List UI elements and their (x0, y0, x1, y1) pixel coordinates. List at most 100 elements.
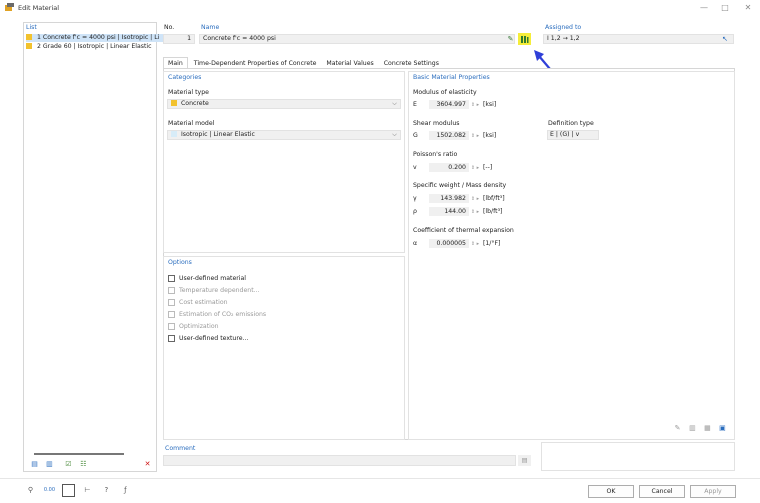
v-input[interactable]: 0.200 (428, 163, 469, 172)
minimize-button[interactable]: — (693, 1, 715, 15)
alpha-unit: [1/°F] (482, 240, 501, 247)
number-value: 1 (187, 35, 191, 42)
ok-button[interactable]: OK (588, 485, 634, 498)
categories-title: Categories (168, 74, 202, 81)
list-item-label: 2 Grade 60 | Isotropic | Linear Elastic (36, 43, 152, 50)
comment-input[interactable] (163, 455, 516, 466)
app-icon (5, 3, 14, 12)
units-icon[interactable]: 0.00 (43, 484, 56, 497)
checkbox-box (168, 286, 175, 294)
option-label: User-defined texture... (179, 335, 249, 342)
e-unit: [ksi] (482, 101, 497, 108)
shear-label: Shear modulus (413, 120, 460, 127)
model-swatch (171, 131, 177, 137)
assigned-value: I 1,2 → 1,2 (547, 35, 580, 42)
apply-button[interactable]: Apply (690, 485, 736, 498)
copy-material-icon[interactable]: ▥ (43, 458, 56, 471)
comment-options-icon[interactable]: ▤ (518, 455, 531, 466)
options-panel: Options User-defined material Temperatur… (163, 256, 405, 440)
spinner-icon[interactable]: ⇕ ▸ (469, 209, 481, 215)
color-settings-icon[interactable]: ▣ (716, 422, 729, 435)
alpha-row: α 0.000005 ⇕ ▸ [1/°F] (413, 239, 500, 248)
number-field[interactable]: 1 (163, 34, 195, 44)
option-label: Temperature dependent... (179, 287, 260, 294)
basic-properties-panel: Basic Material Properties Modulus of ela… (408, 71, 735, 440)
option-label: Estimation of CO₂ emissions (179, 311, 267, 318)
list-toolbar: ▤ ▥ ☑ ☷ ✕ (28, 458, 158, 472)
select-objects-icon[interactable]: ↖ (722, 35, 731, 44)
tab-main[interactable]: Main (163, 57, 188, 68)
edit-name-icon[interactable]: ✎ (505, 34, 516, 44)
list-header: List (26, 24, 37, 31)
table-icon[interactable]: ▦ (701, 422, 714, 435)
temperature-dependent-checkbox: Temperature dependent... (168, 285, 266, 297)
tree-icon[interactable]: ⊢ (81, 484, 94, 497)
concrete-swatch (171, 100, 177, 106)
rho-input[interactable]: 144.00 (428, 207, 469, 216)
check-icon[interactable]: ☑ (62, 458, 75, 471)
options-title: Options (168, 259, 192, 266)
categories-panel: Categories Material type Concrete ⌵ Mate… (163, 71, 405, 253)
cancel-button[interactable]: Cancel (639, 485, 685, 498)
gamma-row: γ 143.982 ⇕ ▸ [lbf/ft³] (413, 194, 505, 203)
library-icon[interactable]: ▥ (686, 422, 699, 435)
list-scrollbar[interactable] (34, 453, 124, 455)
properties-toolbar: ✎ ▥ ▦ ▣ (671, 422, 729, 435)
alpha-input[interactable]: 0.000005 (428, 239, 469, 248)
poisson-label: Poisson's ratio (413, 151, 458, 158)
list-item[interactable]: 2 Grade 60 | Isotropic | Linear Elastic (26, 43, 156, 51)
rho-row: ρ 144.00 ⇕ ▸ [lb/ft³] (413, 207, 502, 216)
material-model-label: Material model (168, 120, 215, 127)
spinner-icon[interactable]: ⇕ ▸ (469, 165, 481, 171)
material-color-swatch (26, 43, 32, 49)
close-button[interactable]: ✕ (737, 1, 759, 15)
edit-icon[interactable]: ✎ (671, 422, 684, 435)
spinner-icon[interactable]: ⇕ ▸ (469, 241, 481, 247)
list-item-label: 1 Concrete f'c = 4000 psi | Isotropic | … (36, 34, 160, 41)
bottom-toolbar: ⚲ 0.00 ⊢ ? ƒ (24, 484, 132, 497)
definition-type-field[interactable]: E | (G) | v (547, 130, 599, 140)
script-icon[interactable]: ƒ (119, 484, 132, 497)
checkbox-box (168, 274, 175, 282)
name-value: Concrete f'c = 4000 psi (203, 35, 276, 42)
thermal-label: Coefficient of thermal expansion (413, 227, 514, 234)
e-symbol: E (413, 101, 417, 108)
rho-symbol: ρ (413, 208, 417, 215)
window-title: Edit Material (18, 4, 60, 12)
display-icon[interactable] (61, 484, 75, 497)
list-item[interactable]: 1 Concrete f'c = 4000 psi | Isotropic | … (26, 34, 164, 42)
option-label: Cost estimation (179, 299, 228, 306)
assigned-field[interactable]: I 1,2 → 1,2 (543, 34, 734, 44)
comment-side-panel (541, 442, 735, 471)
g-input[interactable]: 1502.082 (428, 131, 469, 140)
definition-type-label: Definition type (548, 120, 594, 127)
material-model-value: Isotropic | Linear Elastic (180, 131, 255, 138)
spinner-icon[interactable]: ⇕ ▸ (469, 102, 481, 108)
new-material-icon[interactable]: ▤ (28, 458, 41, 471)
g-unit: [ksi] (482, 132, 497, 139)
name-field[interactable]: Concrete f'c = 4000 psi (199, 34, 515, 44)
delete-icon[interactable]: ✕ (141, 458, 154, 471)
search-icon[interactable]: ⚲ (24, 484, 37, 497)
user-defined-texture-checkbox[interactable]: User-defined texture... (168, 333, 266, 345)
material-library-button[interactable] (518, 33, 531, 45)
material-type-label: Material type (168, 89, 209, 96)
assigned-label: Assigned to (545, 24, 582, 31)
spinner-icon[interactable]: ⇕ ▸ (469, 133, 481, 139)
material-type-select[interactable]: Concrete ⌵ (167, 99, 401, 109)
modulus-row: E 3604.997 ⇕ ▸ [ksi] (413, 100, 496, 109)
option-label: User-defined material (179, 275, 247, 282)
user-defined-material-checkbox[interactable]: User-defined material (168, 273, 266, 285)
checkbox-box (168, 310, 175, 318)
title-bar: Edit Material — □ ✕ (0, 0, 760, 16)
shear-row: G 1502.082 ⇕ ▸ [ksi] (413, 131, 496, 140)
e-input[interactable]: 3604.997 (428, 100, 469, 109)
checkbox-box (168, 334, 175, 342)
material-model-select[interactable]: Isotropic | Linear Elastic ⌵ (167, 130, 401, 140)
option-label: Optimization (179, 323, 219, 330)
maximize-button[interactable]: □ (714, 1, 736, 15)
help-icon[interactable]: ? (100, 484, 113, 497)
gamma-input[interactable]: 143.982 (428, 194, 469, 203)
spinner-icon[interactable]: ⇕ ▸ (469, 196, 481, 202)
renumber-icon[interactable]: ☷ (77, 458, 90, 471)
